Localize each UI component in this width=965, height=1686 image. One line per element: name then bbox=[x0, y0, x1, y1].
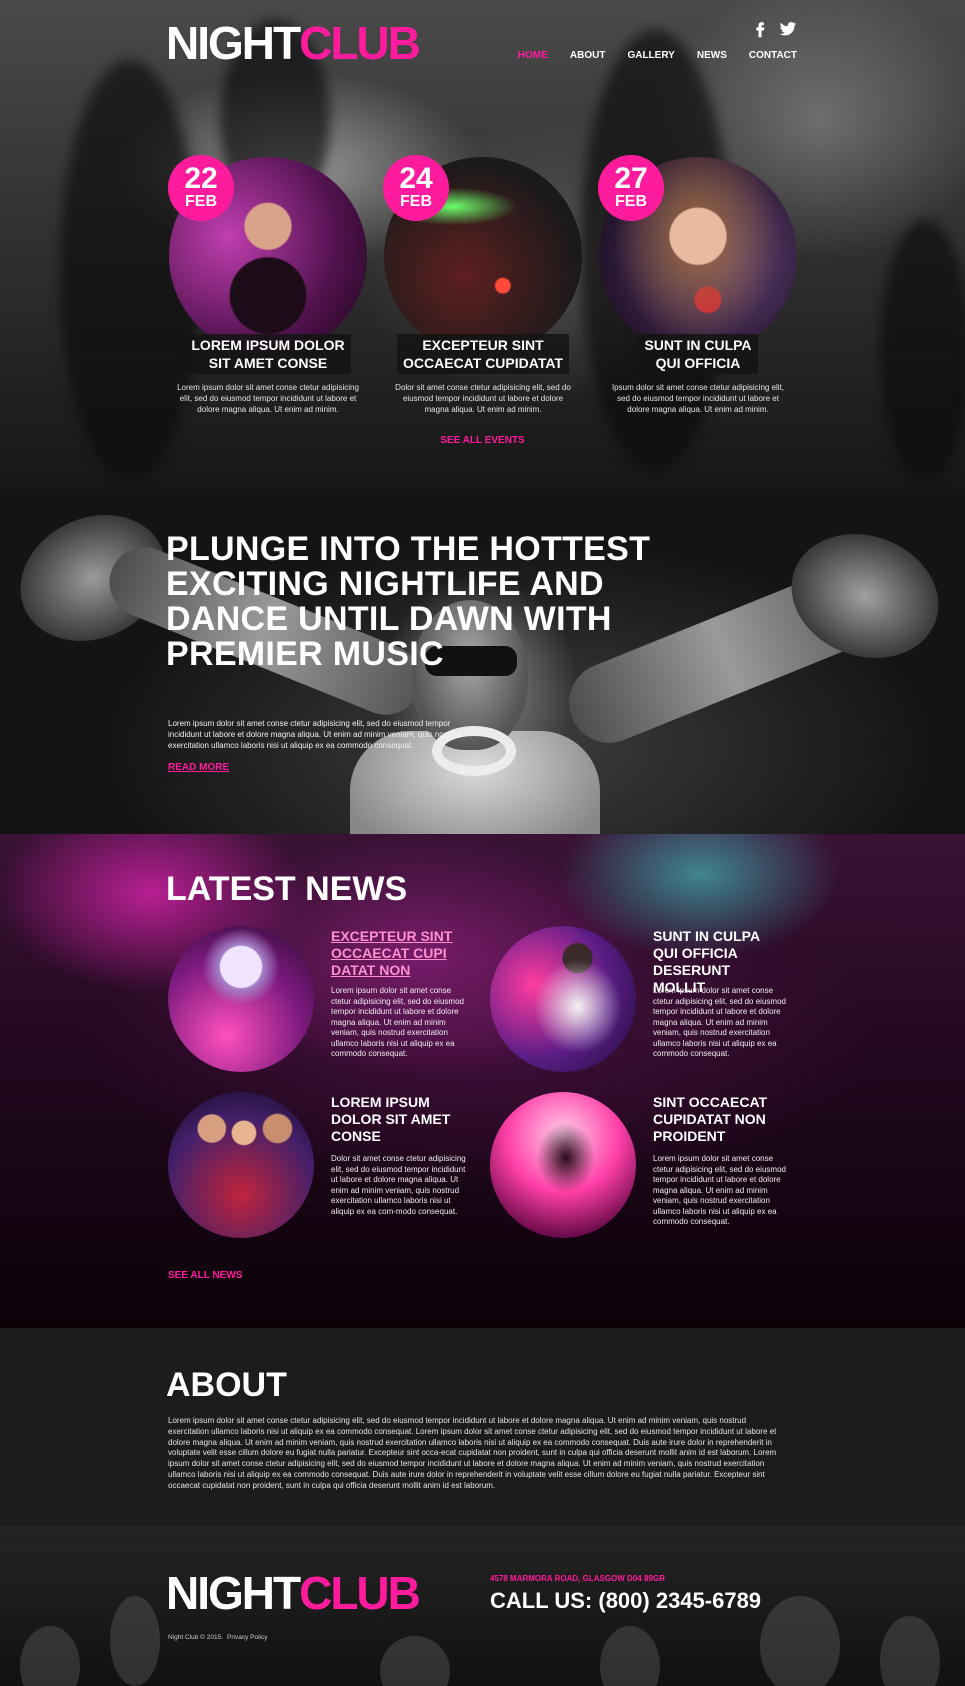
news-description: Lorem ipsum dolor sit amet conse ctetur … bbox=[653, 1154, 786, 1226]
social-links bbox=[751, 20, 797, 38]
news-item: EXCEPTEUR SINT OCCAECAT CUPI DATAT NON L… bbox=[168, 926, 468, 1076]
news-item: SINT OCCAECAT CUPIDATAT NON PROIDENT Lor… bbox=[490, 1092, 790, 1242]
logo-night: NIGHT bbox=[166, 1567, 301, 1619]
site-logo[interactable]: NIGHTCLUB bbox=[166, 17, 421, 69]
logo-night: NIGHT bbox=[166, 17, 301, 69]
promo-section: PLUNGE INTO THE HOTTEST EXCITING NIGHTLI… bbox=[0, 496, 965, 834]
event-title-line: QUI OFFICIA bbox=[655, 355, 741, 371]
news-thumbnail[interactable] bbox=[490, 926, 636, 1072]
copyright-text: Night Club © 2015. bbox=[168, 1634, 224, 1641]
news-description: Lorem ipsum dolor sit amet conse ctetur … bbox=[653, 986, 786, 1058]
crowd-silhouette bbox=[380, 1636, 450, 1686]
nav-contact[interactable]: CONTACT bbox=[749, 50, 797, 61]
footer-phone[interactable]: CALL US: (800) 2345-6789 bbox=[490, 1588, 761, 1614]
event-description: Ipsum dolor sit amet conse ctetur adipis… bbox=[611, 383, 785, 414]
nav-home[interactable]: HOME bbox=[518, 50, 548, 61]
event-card[interactable]: 27 FEB SUNT IN CULPA QUI OFFICIA Ipsum d… bbox=[598, 155, 798, 415]
event-title-line: SIT AMET CONSE bbox=[208, 355, 328, 371]
logo-club: CLUB bbox=[299, 1567, 421, 1619]
crowd-silhouette bbox=[110, 1596, 160, 1686]
footer-logo[interactable]: NIGHTCLUB bbox=[166, 1567, 421, 1619]
event-day: 27 bbox=[614, 162, 648, 195]
news-item: LOREM IPSUM DOLOR SIT AMET CONSE Dolor s… bbox=[168, 1092, 468, 1242]
news-description: Dolor sit amet conse ctetur adipisicing … bbox=[331, 1154, 466, 1216]
event-title-line: EXCEPTEUR SINT bbox=[422, 337, 544, 353]
event-description: Lorem ipsum dolor sit amet conse ctetur … bbox=[177, 383, 359, 414]
see-all-events-link[interactable]: SEE ALL EVENTS bbox=[0, 435, 965, 446]
event-month: FEB bbox=[615, 193, 647, 210]
news-thumbnail[interactable] bbox=[168, 926, 314, 1072]
news-title[interactable]: LOREM IPSUM DOLOR SIT AMET CONSE bbox=[331, 1094, 461, 1145]
event-day: 22 bbox=[184, 162, 218, 195]
footer-address: 4578 MARMORA ROAD, GLASGOW D04 89GR bbox=[490, 1574, 665, 1583]
copyright: Night Club © 2015. Privacy Policy bbox=[168, 1634, 267, 1641]
news-section: LATEST NEWS EXCEPTEUR SINT OCCAECAT CUPI… bbox=[0, 834, 965, 1328]
promo-headline: PLUNGE INTO THE HOTTEST EXCITING NIGHTLI… bbox=[166, 530, 651, 673]
about-heading: ABOUT bbox=[166, 1366, 287, 1404]
event-month: FEB bbox=[400, 193, 432, 210]
news-item: SUNT IN CULPA QUI OFFICIA DESERUNT MOLLI… bbox=[490, 926, 790, 1076]
news-title-link[interactable]: EXCEPTEUR SINT OCCAECAT CUPI DATAT NON bbox=[331, 928, 461, 979]
promo-description: Lorem ipsum dolor sit amet conse ctetur … bbox=[168, 719, 462, 750]
event-title-line: SUNT IN CULPA bbox=[644, 337, 752, 353]
event-title-line: OCCAECAT CUPIDATAT bbox=[403, 355, 563, 371]
news-description: Lorem ipsum dolor sit amet conse ctetur … bbox=[331, 986, 464, 1058]
hero-section: NIGHTCLUB HOME ABOUT GALLERY NEWS CONTAC… bbox=[0, 0, 965, 496]
nav-about[interactable]: ABOUT bbox=[570, 50, 606, 61]
about-text: Lorem ipsum dolor sit amet conse ctetur … bbox=[168, 1416, 777, 1490]
crowd-silhouette bbox=[880, 1616, 940, 1686]
news-heading: LATEST NEWS bbox=[166, 870, 408, 908]
news-title[interactable]: SINT OCCAECAT CUPIDATAT NON PROIDENT bbox=[653, 1094, 783, 1145]
crowd-silhouette bbox=[760, 1596, 840, 1686]
event-title[interactable]: LOREM IPSUM DOLOR SIT AMET CONSE bbox=[185, 334, 351, 374]
nav-news[interactable]: NEWS bbox=[697, 50, 727, 61]
facebook-icon[interactable] bbox=[751, 20, 769, 38]
event-title-line: LOREM IPSUM DOLOR bbox=[191, 337, 345, 353]
event-month: FEB bbox=[185, 193, 217, 210]
logo-club: CLUB bbox=[299, 17, 421, 69]
main-nav: HOME ABOUT GALLERY NEWS CONTACT bbox=[518, 50, 797, 61]
event-card[interactable]: 24 FEB EXCEPTEUR SINT OCCAECAT CUPIDATAT… bbox=[383, 155, 583, 415]
news-thumbnail[interactable] bbox=[490, 1092, 636, 1238]
twitter-icon[interactable] bbox=[779, 20, 797, 38]
crowd-silhouette bbox=[20, 1626, 80, 1686]
about-section: ABOUT Lorem ipsum dolor sit amet conse c… bbox=[0, 1328, 965, 1526]
event-date-badge: 24 FEB bbox=[383, 155, 449, 221]
event-date-badge: 22 FEB bbox=[168, 155, 234, 221]
event-day: 24 bbox=[399, 162, 433, 195]
event-title[interactable]: EXCEPTEUR SINT OCCAECAT CUPIDATAT bbox=[397, 334, 569, 374]
event-description: Dolor sit amet conse ctetur adipisicing … bbox=[395, 383, 571, 414]
event-date-badge: 27 FEB bbox=[598, 155, 664, 221]
news-thumbnail[interactable] bbox=[168, 1092, 314, 1238]
crowd-silhouette bbox=[600, 1626, 660, 1686]
privacy-policy-link[interactable]: Privacy Policy bbox=[227, 1634, 267, 1641]
nav-gallery[interactable]: GALLERY bbox=[627, 50, 674, 61]
event-title[interactable]: SUNT IN CULPA QUI OFFICIA bbox=[638, 334, 758, 374]
event-card[interactable]: 22 FEB LOREM IPSUM DOLOR SIT AMET CONSE … bbox=[168, 155, 368, 415]
read-more-link[interactable]: READ MORE bbox=[168, 762, 229, 773]
footer: NIGHTCLUB Night Club © 2015. Privacy Poli… bbox=[0, 1526, 965, 1686]
see-all-news-link[interactable]: SEE ALL NEWS bbox=[168, 1270, 242, 1281]
page: NIGHTCLUB HOME ABOUT GALLERY NEWS CONTAC… bbox=[0, 0, 965, 1686]
